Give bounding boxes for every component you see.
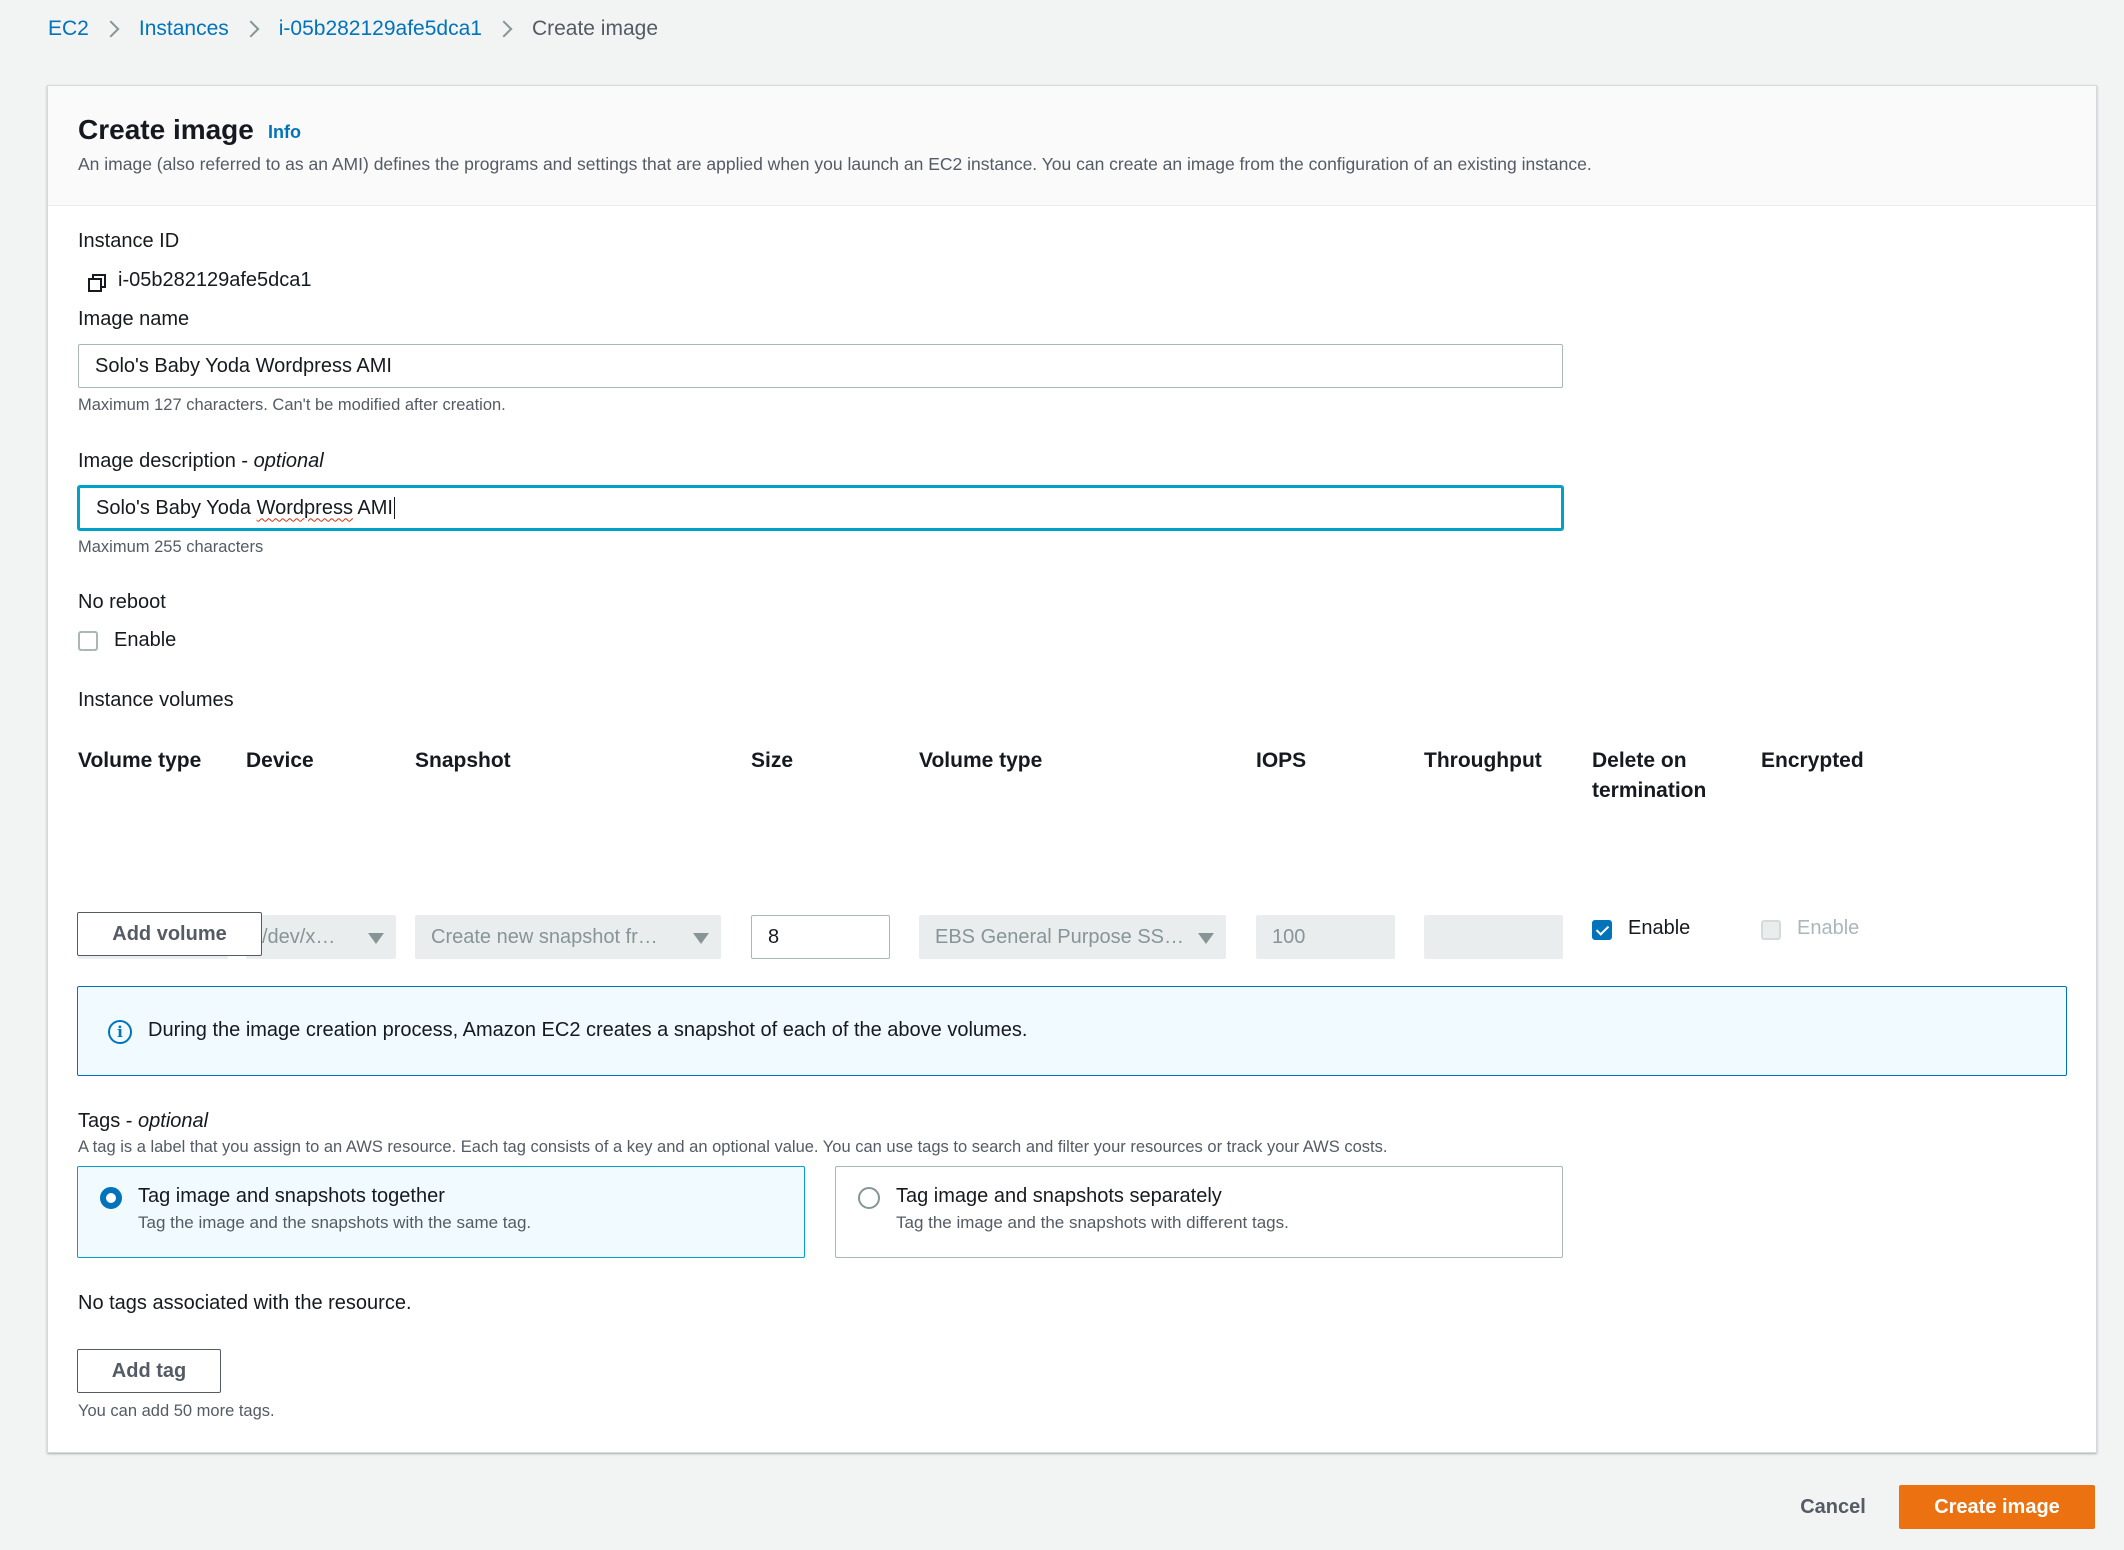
create-image-button[interactable]: Create image: [1899, 1485, 2095, 1529]
snapshot-value: Create new snapshot fr…: [431, 925, 658, 948]
no-reboot-label: No reboot: [78, 591, 166, 613]
add-volume-button[interactable]: Add volume: [77, 912, 262, 956]
col-snapshot: Snapshot: [415, 749, 511, 772]
tags-label-text: Tags: [78, 1110, 121, 1132]
instance-id-link[interactable]: i-05b282129afe5dca1: [118, 269, 312, 292]
no-tags-text: No tags associated with the resource.: [78, 1292, 412, 1314]
chevron-right-icon: [102, 20, 120, 38]
page-title: Create image: [78, 114, 254, 145]
col-iops: IOPS: [1256, 749, 1307, 772]
chevron-right-icon: [242, 20, 260, 38]
delete-on-termination-label[interactable]: Enable: [1628, 917, 1690, 940]
image-description-label-text: Image description: [78, 450, 236, 472]
delete-on-termination-checkbox[interactable]: [1592, 920, 1612, 940]
info-icon: i: [108, 1020, 132, 1044]
panel-header: Create image Info An image (also referre…: [48, 86, 2096, 206]
breadcrumb: EC2 Instances i-05b282129afe5dca1 Create…: [48, 14, 658, 44]
tag-together-subtitle: Tag the image and the snapshots with the…: [138, 1213, 532, 1232]
breadcrumb-instance-id[interactable]: i-05b282129afe5dca1: [279, 17, 482, 41]
no-reboot-checkbox[interactable]: [78, 631, 98, 651]
ebs-volume-type-select: EBS General Purpose SS…: [919, 915, 1226, 959]
page-description: An image (also referred to as an AMI) de…: [78, 154, 1592, 174]
instance-id-label: Instance ID: [78, 230, 180, 252]
info-alert-text: During the image creation process, Amazo…: [148, 1019, 1028, 1041]
copy-icon[interactable]: [87, 273, 107, 293]
text-caret: [393, 497, 396, 519]
col-encrypted: Encrypted: [1761, 749, 1864, 772]
device-select: /dev/x…: [246, 915, 396, 959]
throughput-input: [1424, 915, 1563, 959]
breadcrumb-current: Create image: [531, 17, 658, 40]
encrypted-label: Enable: [1797, 917, 1860, 939]
col-device: Device: [246, 749, 314, 772]
image-name-hint: Maximum 127 characters. Can't be modifie…: [78, 396, 506, 414]
tag-separately-radio[interactable]: [858, 1187, 880, 1209]
add-tag-button[interactable]: Add tag: [77, 1349, 221, 1393]
col-size: Size: [751, 749, 794, 772]
col-volume-type: Volume type: [78, 749, 202, 772]
chevron-right-icon: [495, 20, 513, 38]
tags-remaining-hint: You can add 50 more tags.: [78, 1402, 275, 1420]
description-misspelled-word: Wordpress: [256, 496, 353, 519]
ebs-volume-type-value: EBS General Purpose SS…: [935, 925, 1185, 948]
col-throughput: Throughput: [1424, 749, 1542, 772]
tags-optional-marker: optional: [138, 1110, 209, 1132]
tag-option-together[interactable]: Tag image and snapshots together Tag the…: [77, 1166, 805, 1258]
col-ebs-volume-type: Volume type: [919, 749, 1043, 772]
info-alert: i During the image creation process, Ama…: [77, 986, 2067, 1076]
tag-separately-subtitle: Tag the image and the snapshots with dif…: [896, 1213, 1289, 1232]
image-description-label: Image description - optional: [78, 450, 324, 472]
tag-separately-title: Tag image and snapshots separately: [896, 1185, 1222, 1207]
tag-option-separately[interactable]: Tag image and snapshots separately Tag t…: [835, 1166, 1563, 1258]
image-description-hint: Maximum 255 characters: [78, 538, 264, 556]
snapshot-select: Create new snapshot fr…: [415, 915, 721, 959]
image-description-input[interactable]: Solo's Baby Yoda Wordpress AMI: [78, 486, 1563, 530]
caret-down-icon: [1198, 933, 1214, 944]
breadcrumb-instances[interactable]: Instances: [139, 17, 229, 41]
caret-down-icon: [368, 933, 384, 944]
device-value: /dev/x…: [262, 925, 336, 948]
image-name-label: Image name: [78, 308, 190, 330]
description-text-part2: AMI: [352, 496, 393, 519]
encrypted-checkbox: [1761, 920, 1781, 940]
breadcrumb-ec2[interactable]: EC2: [48, 17, 89, 41]
optional-marker: optional: [253, 450, 324, 472]
tag-together-title: Tag image and snapshots together: [138, 1185, 445, 1207]
size-input[interactable]: 8: [751, 915, 890, 959]
no-reboot-checkbox-label[interactable]: Enable: [114, 629, 176, 652]
tags-label: Tags - optional: [78, 1110, 209, 1132]
description-text-part1: Solo's Baby Yoda: [96, 496, 257, 519]
col-delete-on-termination: Delete on termination: [1592, 749, 1707, 802]
instance-volumes-label: Instance volumes: [78, 689, 234, 711]
iops-input: 100: [1256, 915, 1395, 959]
info-link[interactable]: Info: [268, 122, 301, 143]
cancel-button[interactable]: Cancel: [1778, 1485, 1888, 1529]
tags-description: A tag is a label that you assign to an A…: [78, 1138, 1388, 1156]
tag-together-radio[interactable]: [100, 1187, 122, 1209]
image-name-input[interactable]: Solo's Baby Yoda Wordpress AMI: [78, 344, 1563, 388]
caret-down-icon: [693, 933, 709, 944]
